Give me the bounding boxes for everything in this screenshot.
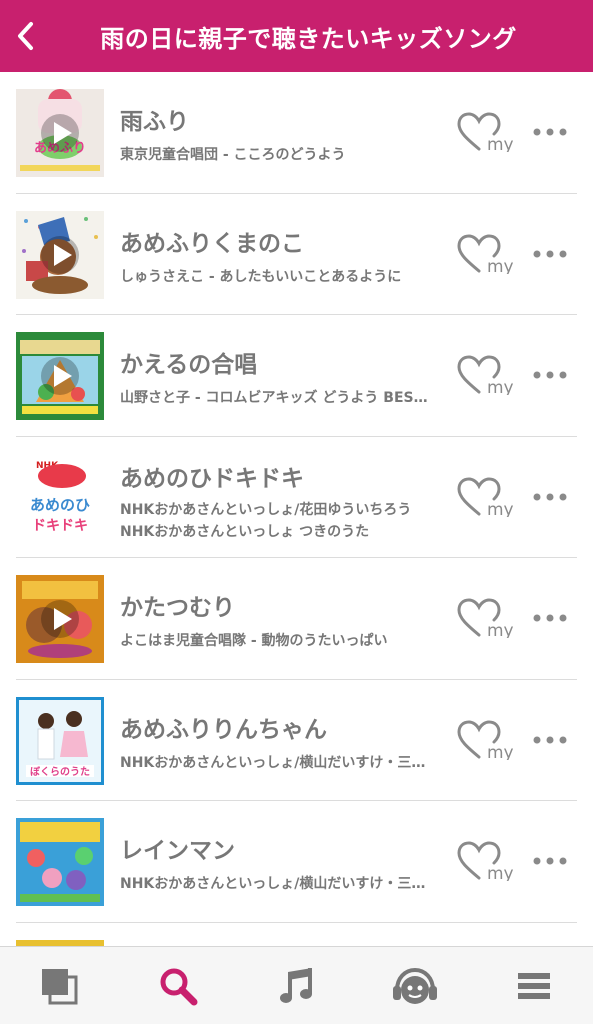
song-artist-album: 山野さと子 - コロムビアキッズ どうよう BEST SELECTION — [120, 390, 434, 406]
more-options-icon[interactable] — [532, 608, 568, 628]
svg-text:my: my — [487, 257, 513, 274]
album-art-image — [16, 575, 104, 663]
svg-text:my: my — [487, 743, 513, 760]
song-title[interactable]: レインマン — [120, 831, 235, 865]
song-album: NHKおかあさんといっしょ つきのうた — [120, 523, 370, 540]
more-options-icon[interactable] — [532, 487, 568, 507]
song-row[interactable]: あめふり 雨ふり 東京児童合唱団 - こころのどうよう my — [16, 72, 577, 194]
song-artist-album: よこはま児童合唱隊 - 動物のうたいっぱい — [120, 633, 388, 649]
svg-text:my: my — [487, 864, 513, 881]
song-title[interactable]: あめふりりんちゃん — [120, 710, 327, 744]
album-art[interactable]: ぼくらのうた — [16, 696, 104, 785]
album-art-image — [16, 818, 104, 906]
more-options-icon[interactable] — [532, 244, 568, 264]
song-title[interactable]: あめふりくまのこ — [120, 224, 304, 258]
song-artist: NHKおかあさんといっしょ/花田ゆういちろう — [120, 501, 412, 518]
more-options-icon[interactable] — [532, 122, 568, 142]
svg-text:my: my — [487, 135, 513, 152]
album-art-text: あめのひ — [30, 496, 90, 514]
library-icon — [42, 968, 78, 1004]
music-note-icon — [280, 967, 313, 1003]
svg-text:my: my — [487, 500, 513, 517]
song-row[interactable]: ぼくらのうた あめふりりんちゃん NHKおかあさんといっしょ/横山だいすけ・三谷… — [16, 680, 577, 801]
song-artist-album: しゅうさえこ - あしたもいいことあるように — [120, 268, 402, 285]
album-art[interactable] — [16, 818, 104, 906]
more-options-icon[interactable] — [532, 365, 568, 385]
app-header: 雨の日に親子で聴きたいキッズソング — [0, 0, 593, 72]
song-row[interactable] — [16, 923, 577, 946]
more-options-icon[interactable] — [532, 851, 568, 871]
add-to-my-heart-icon[interactable]: my — [457, 233, 513, 274]
song-row[interactable]: レインマン NHKおかあさんといっしょ/横山だいすけ・三谷たくみ my — [16, 801, 577, 923]
song-title[interactable]: かたつむり — [120, 588, 235, 622]
song-row[interactable]: あめふりくまのこ しゅうさえこ - あしたもいいことあるように my — [16, 194, 577, 315]
add-to-my-heart-icon[interactable]: my — [457, 112, 513, 152]
song-artist-album: 東京児童合唱団 - こころのどうよう — [120, 147, 346, 163]
album-art-text: ドキドキ — [32, 518, 88, 534]
add-to-my-heart-icon[interactable]: my — [457, 598, 513, 638]
album-art-image: あめふり — [16, 89, 104, 177]
song-row[interactable]: かえるの合唱 山野さと子 - コロムビアキッズ どうよう BEST SELECT… — [16, 315, 577, 437]
more-options-icon[interactable] — [532, 730, 568, 750]
back-button[interactable] — [0, 0, 52, 72]
add-to-my-heart-icon[interactable]: my — [457, 355, 513, 395]
album-art-image: NHK あめのひ ドキドキ — [16, 453, 104, 542]
tab-search[interactable] — [119, 947, 238, 1024]
album-art[interactable] — [16, 575, 104, 663]
song-artist-album: NHKおかあさんといっしょ/横山だいすけ・三谷たくみ — [120, 754, 434, 771]
album-art[interactable] — [16, 210, 104, 299]
add-to-my-heart-icon[interactable]: my — [457, 719, 513, 760]
tab-menu[interactable] — [474, 947, 593, 1024]
chevron-left-icon — [18, 22, 33, 50]
tab-music[interactable] — [237, 947, 356, 1024]
add-to-my-heart-icon[interactable]: my — [457, 476, 513, 517]
song-title[interactable]: 雨ふり — [120, 102, 189, 136]
album-art[interactable] — [16, 332, 104, 420]
svg-text:my: my — [487, 621, 513, 638]
song-title[interactable]: あめのひドキドキ — [120, 459, 304, 493]
menu-icon — [517, 972, 550, 999]
song-artist-album: NHKおかあさんといっしょ/横山だいすけ・三谷たくみ — [120, 876, 434, 892]
album-art-text: ぼくらのうた — [30, 765, 90, 778]
headphones-icon — [393, 967, 438, 1004]
page-title: 雨の日に親子で聴きたいキッズソング — [100, 24, 517, 53]
album-art-image — [16, 210, 104, 299]
song-title[interactable]: かえるの合唱 — [120, 345, 257, 379]
song-list[interactable]: あめふり 雨ふり 東京児童合唱団 - こころのどうよう my — [0, 72, 593, 946]
tab-library[interactable] — [0, 947, 119, 1024]
album-art[interactable]: あめふり — [16, 89, 104, 177]
svg-text:my: my — [487, 378, 513, 395]
song-row[interactable]: NHK あめのひ ドキドキ あめのひドキドキ NHKおかあさんといっしょ/花田ゆ… — [16, 437, 577, 558]
tab-bar — [0, 946, 593, 1024]
album-art-image: ぼくらのうた — [16, 696, 104, 785]
tab-radio[interactable] — [356, 947, 475, 1024]
album-art[interactable]: NHK あめのひ ドキドキ — [16, 453, 104, 542]
search-icon — [160, 968, 198, 1005]
add-to-my-heart-icon[interactable]: my — [457, 841, 513, 881]
song-row[interactable]: かたつむり よこはま児童合唱隊 - 動物のうたいっぱい my — [16, 558, 577, 680]
album-art-image — [16, 332, 104, 420]
